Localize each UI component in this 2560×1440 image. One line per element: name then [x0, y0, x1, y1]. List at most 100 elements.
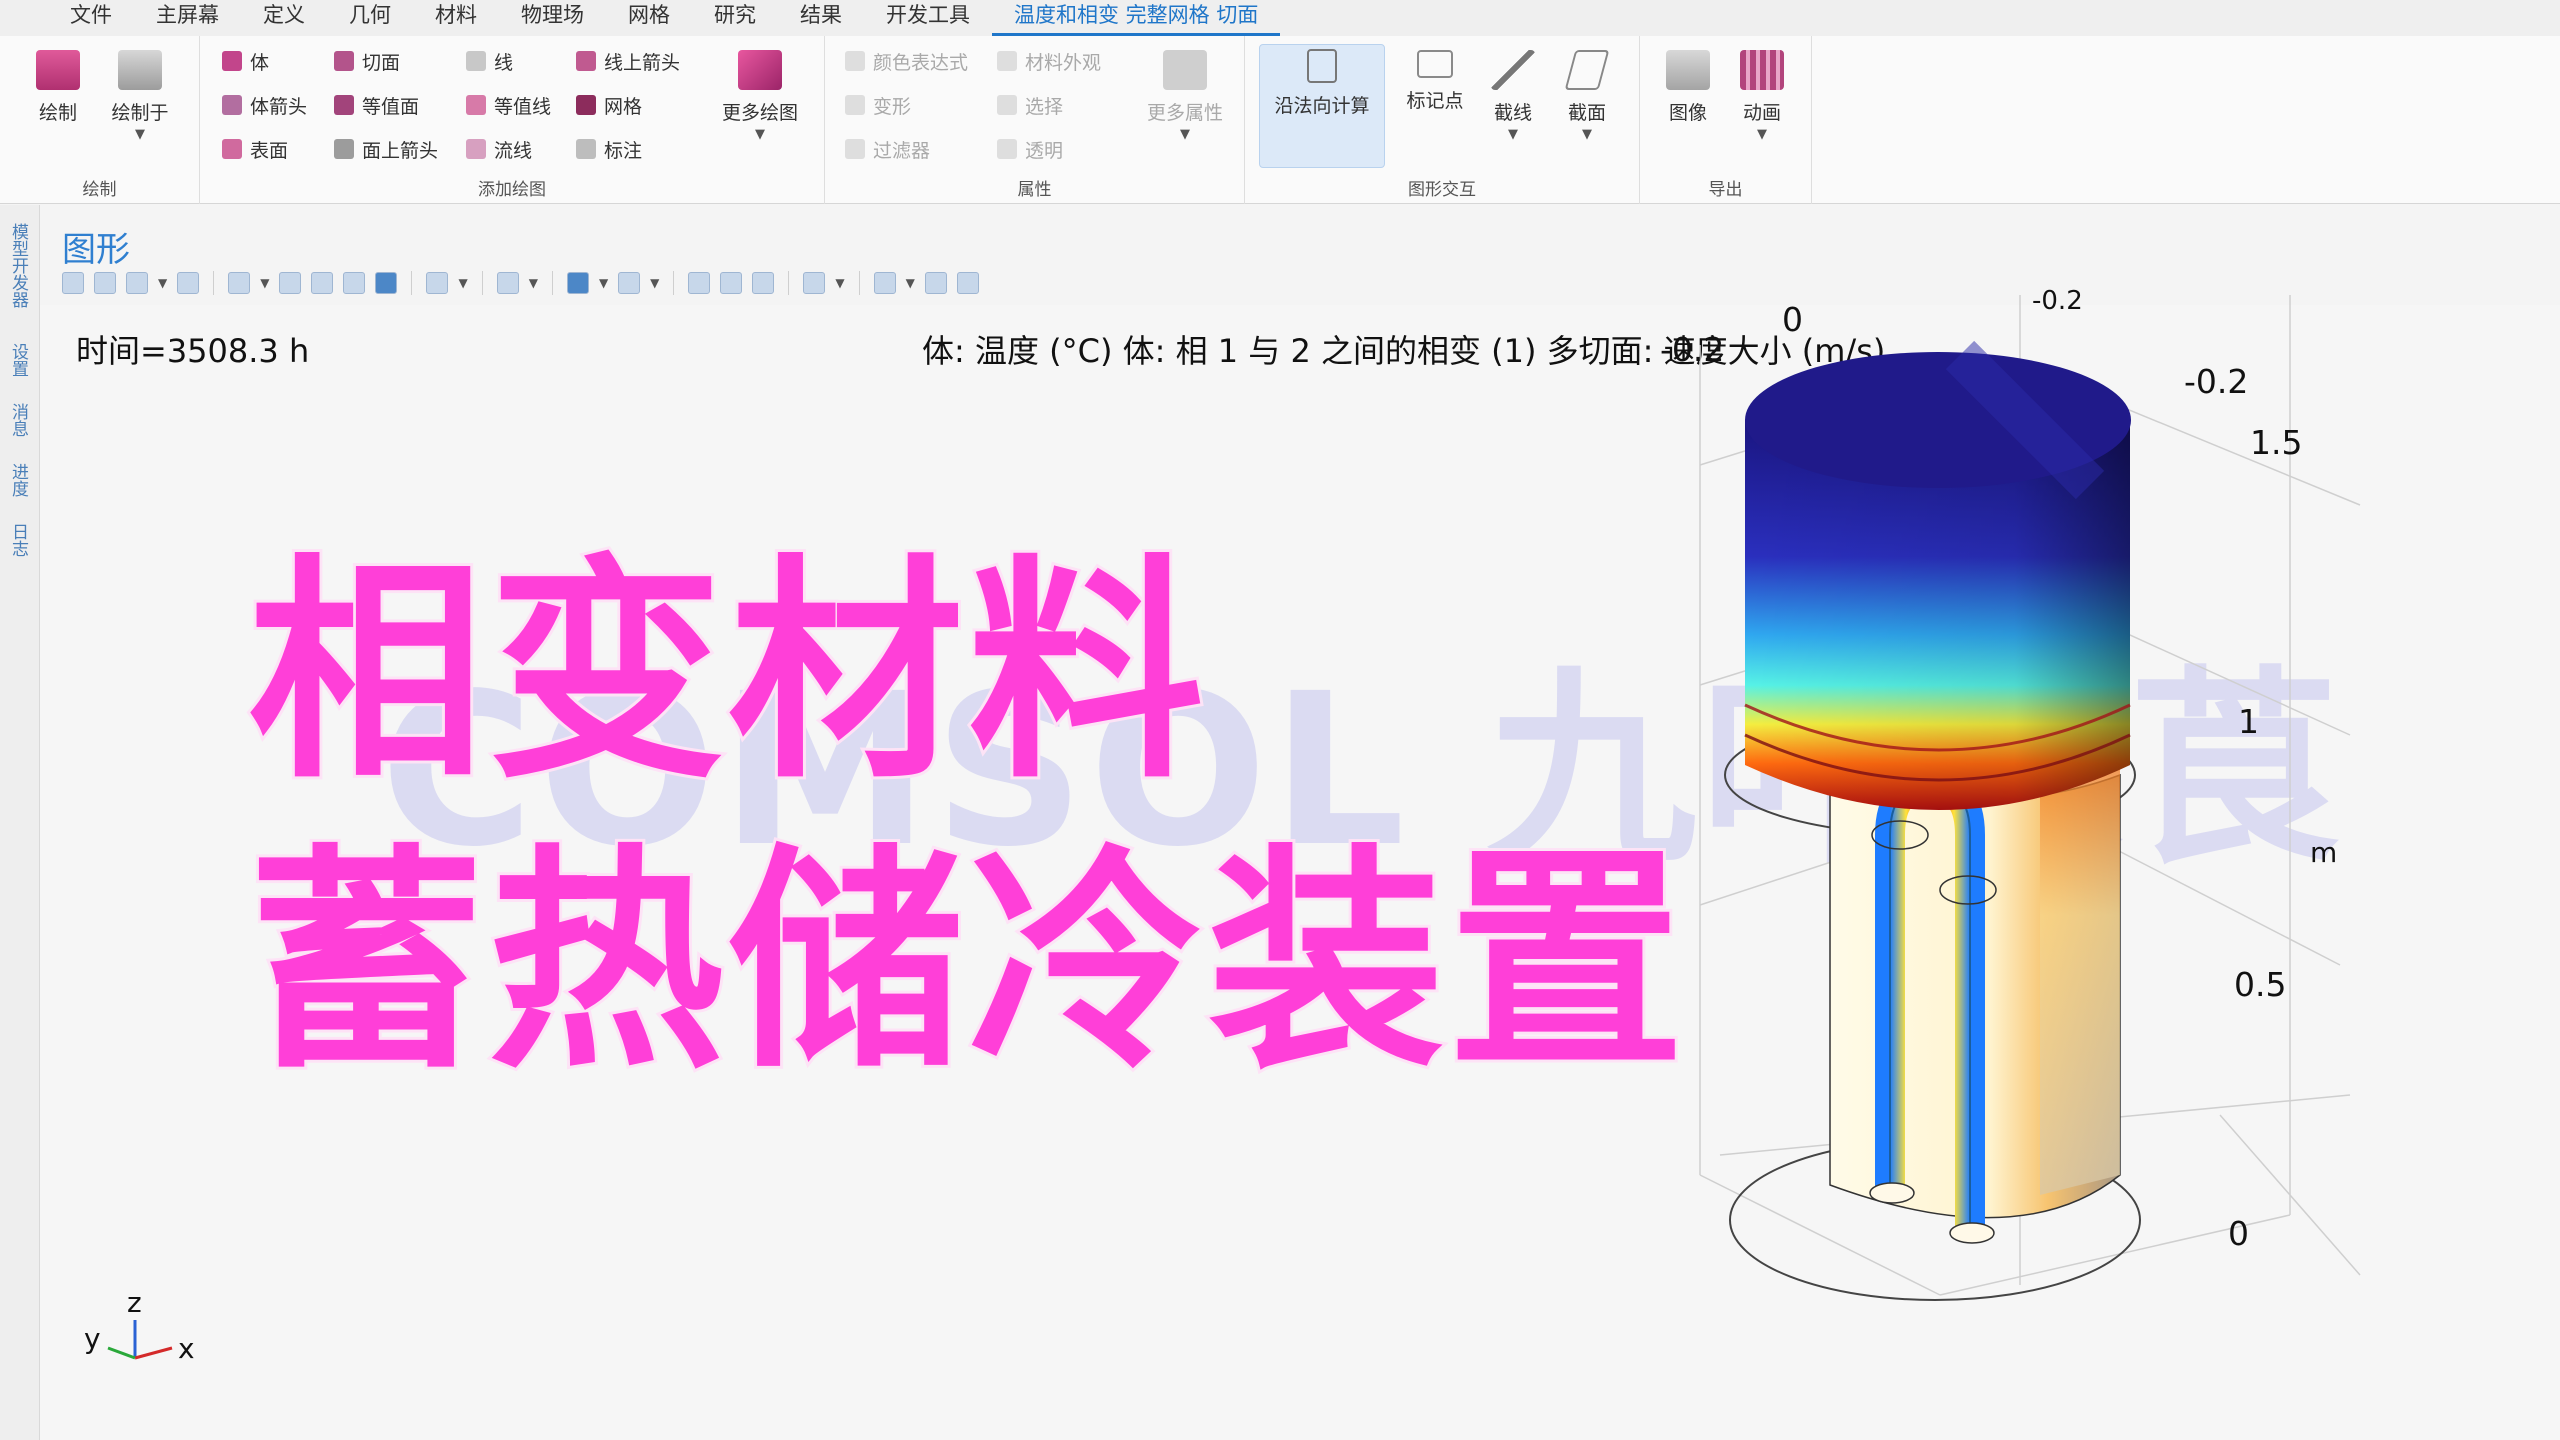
more-plots-button[interactable]: 更多绘图 ▼ — [710, 46, 810, 142]
menu-contextual-tab[interactable]: 温度和相变 完整网格 切面 — [992, 0, 1281, 36]
volume-arrow-icon — [222, 95, 242, 115]
draw-label: 绘制 — [38, 102, 77, 124]
select-mode-icon[interactable] — [566, 272, 589, 294]
deformation-button[interactable]: 变形 — [845, 90, 911, 120]
deformation-label: 变形 — [873, 95, 912, 118]
triad-x-label: x — [178, 1332, 195, 1365]
axis-view-icon[interactable] — [228, 272, 251, 294]
tab-model-builder[interactable]: 模型开发器 — [6, 223, 31, 308]
zoom-box-icon[interactable] — [126, 272, 148, 294]
pipe-end-left — [1869, 1182, 1915, 1204]
annotation-button[interactable]: 标注 — [576, 134, 642, 164]
mesh-icon — [576, 95, 596, 115]
selection-list-icon[interactable] — [618, 272, 641, 294]
volume-arrow-button[interactable]: 体箭头 — [222, 90, 307, 120]
rotate-icon[interactable] — [426, 272, 449, 294]
go-to-view-icon[interactable] — [375, 272, 398, 294]
more-attributes-button[interactable]: 更多属性 ▼ — [1135, 46, 1235, 142]
streamline-button[interactable]: 流线 — [466, 134, 532, 164]
wireframe-icon[interactable] — [688, 272, 711, 294]
toolbar-separator — [788, 271, 790, 295]
view-zx-icon[interactable] — [343, 272, 366, 294]
menu-materials[interactable]: 材料 — [413, 0, 499, 36]
surface-icon — [222, 139, 242, 159]
animation-export-button[interactable]: 动画 ▼ — [1722, 46, 1802, 142]
chevron-down-icon[interactable]: ▼ — [650, 276, 659, 290]
chevron-down-icon[interactable]: ▼ — [158, 276, 167, 290]
menu-home[interactable]: 主屏幕 — [134, 0, 241, 36]
surface-label: 表面 — [250, 139, 289, 162]
slice-icon — [334, 51, 354, 71]
line-arrow-button[interactable]: 线上箭头 — [576, 46, 680, 76]
menu-geometry[interactable]: 几何 — [327, 0, 413, 36]
draw-in-button[interactable]: 绘制于 ▼ — [100, 46, 180, 142]
line-button[interactable]: 线 — [466, 46, 513, 76]
contour-label: 等值线 — [494, 95, 552, 118]
cut-line-button[interactable]: 截线 ▼ — [1473, 46, 1553, 142]
scene-settings-icon[interactable] — [873, 272, 896, 294]
chevron-down-icon[interactable]: ▼ — [458, 276, 467, 290]
chevron-down-icon[interactable]: ▼ — [529, 276, 538, 290]
volume-button[interactable]: 体 — [222, 46, 269, 76]
toolbar-separator — [673, 271, 675, 295]
zoom-in-icon[interactable] — [62, 272, 84, 294]
chevron-down-icon: ▼ — [755, 127, 765, 142]
side-tab-strip: 模型开发器 设置 消息 进度 日志 — [0, 205, 40, 1440]
menu-developer[interactable]: 开发工具 — [864, 0, 992, 36]
zoom-extents-icon[interactable] — [177, 272, 200, 294]
normal-calc-button[interactable]: 沿法向计算 — [1259, 44, 1385, 168]
isosurface-button[interactable]: 等值面 — [334, 90, 419, 120]
volume-icon — [222, 51, 242, 71]
mark-point-button[interactable]: 标记点 — [1395, 46, 1475, 113]
camera-icon[interactable] — [924, 272, 947, 294]
zoom-out-icon[interactable] — [94, 272, 116, 294]
more-plots-label: 更多绘图 — [721, 102, 798, 124]
slice-button[interactable]: 切面 — [334, 46, 400, 76]
surface-arrow-icon — [334, 139, 354, 159]
lighting-icon[interactable] — [803, 272, 826, 294]
menu-results[interactable]: 结果 — [778, 0, 864, 36]
menu-file[interactable]: 文件 — [48, 0, 134, 36]
tab-log[interactable]: 日志 — [6, 523, 31, 557]
chevron-down-icon[interactable]: ▼ — [260, 276, 269, 290]
triad-y-label: y — [84, 1322, 101, 1355]
tab-messages[interactable]: 消息 — [6, 403, 31, 437]
color-expression-button[interactable]: 颜色表达式 — [845, 46, 968, 76]
material-appearance-button[interactable]: 材料外观 — [997, 46, 1101, 76]
streamline-label: 流线 — [494, 139, 533, 162]
transparency-button[interactable]: 透明 — [997, 134, 1063, 164]
more-plots-icon — [738, 50, 782, 90]
selection-button[interactable]: 选择 — [997, 90, 1063, 120]
menu-definitions[interactable]: 定义 — [241, 0, 327, 36]
mark-point-label: 标记点 — [1406, 90, 1464, 112]
mark-point-icon — [1417, 50, 1453, 78]
chevron-down-icon[interactable]: ▼ — [835, 276, 844, 290]
cut-line-label: 截线 — [1493, 102, 1532, 124]
render-mode-icon[interactable] — [720, 272, 743, 294]
contour-icon — [466, 95, 486, 115]
draw-in-icon — [118, 50, 162, 90]
chevron-down-icon[interactable]: ▼ — [906, 276, 915, 290]
filter-button[interactable]: 过滤器 — [845, 134, 930, 164]
view-xy-icon[interactable] — [279, 272, 302, 294]
print-icon[interactable] — [956, 272, 979, 294]
contour-button[interactable]: 等值线 — [466, 90, 551, 120]
draw-button[interactable]: 绘制 — [18, 46, 98, 125]
image-export-button[interactable]: 图像 — [1648, 46, 1728, 125]
mesh-button[interactable]: 网格 — [576, 90, 642, 120]
overlay-title-line-2: 蓄热储冷装置 — [245, 822, 1689, 1103]
filter-icon — [845, 139, 865, 159]
surface-arrow-button[interactable]: 面上箭头 — [334, 134, 438, 164]
chevron-down-icon: ▼ — [1582, 127, 1592, 142]
chevron-down-icon[interactable]: ▼ — [599, 276, 608, 290]
menu-physics[interactable]: 物理场 — [499, 0, 606, 36]
tab-settings[interactable]: 设置 — [6, 343, 31, 377]
menu-mesh[interactable]: 网格 — [606, 0, 692, 36]
copy-view-icon[interactable] — [496, 272, 519, 294]
view-yz-icon[interactable] — [311, 272, 334, 294]
tab-progress[interactable]: 进度 — [6, 463, 31, 497]
transparency-toggle-icon[interactable] — [752, 272, 775, 294]
surface-button[interactable]: 表面 — [222, 134, 288, 164]
menu-study[interactable]: 研究 — [692, 0, 778, 36]
cut-plane-button[interactable]: 截面 ▼ — [1547, 46, 1627, 142]
